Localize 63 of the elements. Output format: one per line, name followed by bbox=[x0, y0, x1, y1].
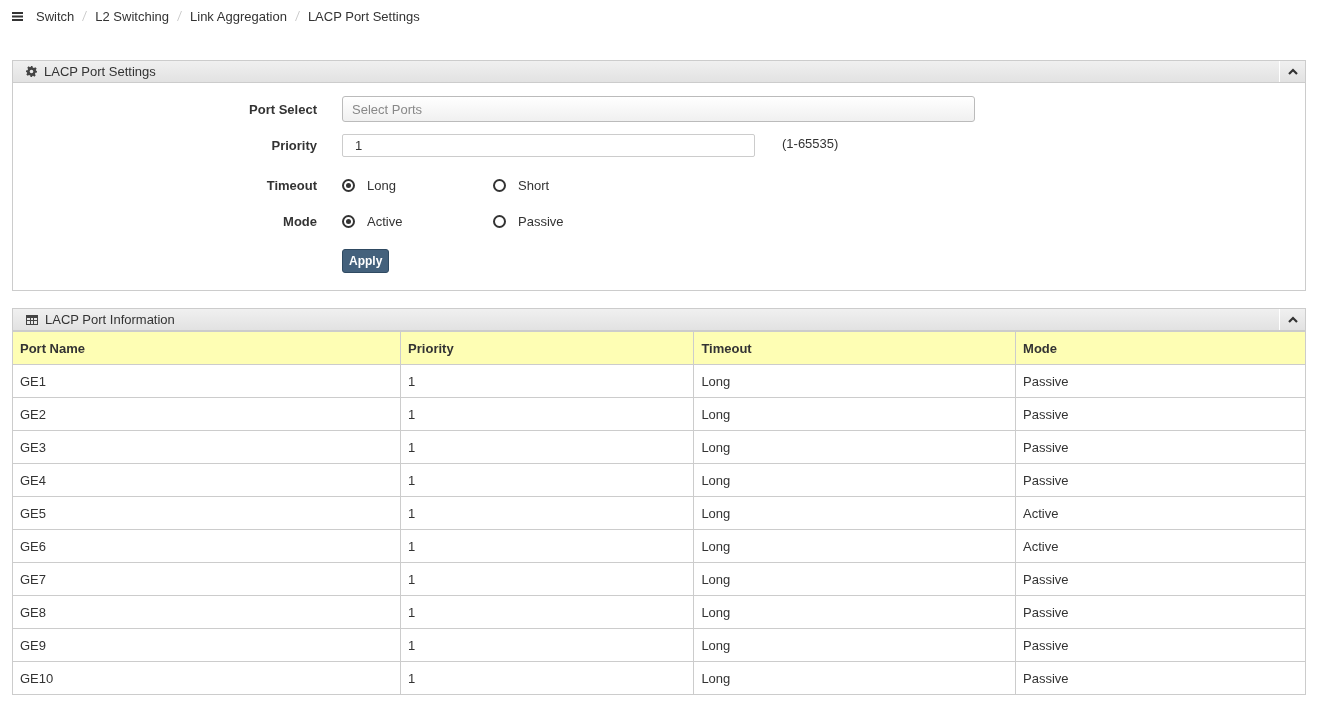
table-cell: GE3 bbox=[13, 430, 401, 464]
column-header: Timeout bbox=[693, 331, 1016, 365]
table-cell: Long bbox=[693, 529, 1016, 563]
panel-title: LACP Port Information bbox=[45, 312, 176, 327]
table-cell: Long bbox=[693, 397, 1016, 431]
breadcrumb-item[interactable]: L2 Switching bbox=[95, 8, 169, 24]
slash-icon bbox=[82, 11, 88, 21]
table-cell: Passive bbox=[1015, 661, 1305, 694]
panel-title: LACP Port Settings bbox=[44, 64, 157, 79]
priority-field[interactable]: 1 bbox=[342, 134, 755, 157]
option-label: Long bbox=[367, 177, 396, 193]
table-cell: 1 bbox=[400, 496, 694, 530]
radio-button[interactable] bbox=[342, 214, 355, 228]
option-label: Active bbox=[367, 213, 403, 229]
field-label: Port Select bbox=[248, 101, 317, 117]
table-cell: Long bbox=[693, 562, 1016, 596]
option-label: Short bbox=[518, 177, 550, 193]
table-cell: Long bbox=[693, 463, 1016, 497]
table-cell: Long bbox=[693, 430, 1016, 464]
table-cell: GE8 bbox=[13, 595, 401, 629]
field-label: Priority bbox=[270, 138, 317, 153]
table-cell: 1 bbox=[400, 529, 694, 563]
option-label: Passive bbox=[518, 213, 564, 229]
table-cell: 1 bbox=[400, 595, 694, 629]
slash-icon bbox=[294, 11, 300, 21]
chevron-up-icon bbox=[1287, 68, 1298, 75]
table-cell: GE4 bbox=[13, 463, 401, 497]
table-cell: GE1 bbox=[13, 364, 401, 398]
table-cell: Long bbox=[693, 364, 1016, 398]
table-cell: GE5 bbox=[13, 496, 401, 530]
column-header: Priority bbox=[400, 331, 694, 365]
radio-button[interactable] bbox=[493, 214, 506, 228]
breadcrumb-item[interactable]: Link Aggregation bbox=[190, 8, 287, 24]
apply-button[interactable]: Apply bbox=[342, 249, 390, 273]
field-label: Mode bbox=[282, 213, 317, 229]
table-cell: GE2 bbox=[13, 397, 401, 431]
column-header: Mode bbox=[1015, 331, 1305, 365]
radio-button[interactable] bbox=[493, 178, 506, 192]
chevron-up-icon bbox=[1287, 316, 1298, 323]
table-cell: Long bbox=[693, 496, 1016, 530]
table-cell: Long bbox=[693, 628, 1016, 662]
column-header: Port Name bbox=[13, 331, 401, 365]
table-cell: GE9 bbox=[13, 628, 401, 662]
table-cell: GE6 bbox=[13, 529, 401, 563]
radio-button[interactable] bbox=[342, 178, 355, 192]
slash-icon bbox=[177, 11, 182, 21]
field-label: Timeout bbox=[265, 177, 317, 193]
table-cell: 1 bbox=[400, 397, 694, 431]
range-hint: (1-65535) bbox=[782, 136, 839, 151]
table-cell: 1 bbox=[400, 364, 694, 398]
table-cell: 1 bbox=[400, 628, 694, 662]
table-cell: Long bbox=[693, 595, 1016, 629]
table-cell: GE10 bbox=[13, 661, 401, 694]
gear-icon bbox=[26, 66, 37, 77]
port-select-field[interactable]: Select Ports bbox=[342, 96, 975, 122]
table-cell: 1 bbox=[400, 430, 694, 464]
table-cell: 1 bbox=[400, 463, 694, 497]
breadcrumb-item: LACP Port Settings bbox=[307, 8, 420, 24]
table-cell: 1 bbox=[400, 562, 694, 596]
menu-icon[interactable] bbox=[12, 11, 23, 21]
breadcrumb-item[interactable]: Switch bbox=[36, 8, 75, 24]
table-cell: GE7 bbox=[13, 562, 401, 596]
table-icon bbox=[26, 314, 38, 325]
